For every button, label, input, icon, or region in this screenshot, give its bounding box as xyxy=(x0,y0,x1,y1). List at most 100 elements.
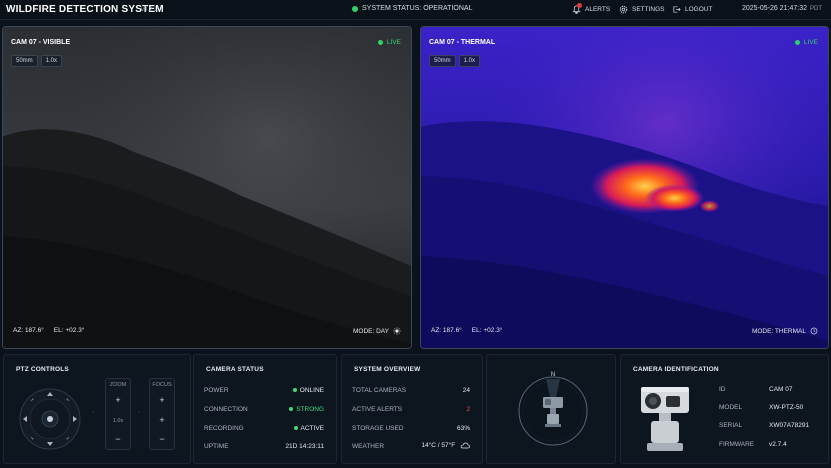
ptz-camera-image xyxy=(641,387,689,451)
overview-row-alerts[interactable]: ACTIVE ALERTS 2 xyxy=(352,404,470,414)
status-value: STRONG xyxy=(289,406,324,413)
live-indicator: LIVE xyxy=(377,39,401,46)
camera-feed-thermal[interactable]: CAM 07 - THERMAL LIVE 50mm 1.0x AZ: 187.… xyxy=(420,26,829,349)
lens-chips: 50mm 1.0x xyxy=(11,55,63,67)
status-row-uptime: UPTIME 21D 14:23:11 xyxy=(204,441,324,451)
zoom-out-button[interactable]: − xyxy=(106,434,130,444)
system-status: SYSTEM STATUS: OPERATIONAL xyxy=(352,5,472,12)
status-value: ONLINE xyxy=(292,387,324,394)
ident-row-id: ID CAM 07 xyxy=(719,386,792,396)
live-label: LIVE xyxy=(803,39,818,46)
firmware-value: v2.7.4 xyxy=(769,441,787,448)
mode-label: MODE: DAY xyxy=(353,327,389,335)
alert-badge xyxy=(577,3,582,8)
weather-text: 14°C / 57°F xyxy=(421,442,456,450)
total-cameras-value: 24 xyxy=(462,386,470,394)
focus-label: FOCUS xyxy=(152,382,172,388)
logout-button[interactable]: LOGOUT xyxy=(672,5,712,14)
recording-value: ACTIVE xyxy=(300,424,324,432)
system-overview-panel: SYSTEM OVERVIEW TOTAL CAMERAS 24 ACTIVE … xyxy=(341,354,483,464)
lens-chip[interactable]: 50mm xyxy=(429,55,456,67)
serial-value: XW07A78291 xyxy=(769,422,810,429)
overview-key: STORAGE USED xyxy=(352,424,404,432)
datetime: 2025-05-26 21:47:32 PDT xyxy=(742,5,822,12)
mode-label: MODE: THERMAL xyxy=(751,327,806,335)
logout-icon xyxy=(673,6,681,13)
active-alerts-value: 2 xyxy=(466,405,470,413)
system-status-text: SYSTEM STATUS: OPERATIONAL xyxy=(362,5,473,12)
elevation-readout: EL: +02.3° xyxy=(471,327,503,334)
overview-row-weather: WEATHER 14°C / 57°F xyxy=(352,441,470,451)
signal-dot-icon xyxy=(289,406,294,411)
ptz-controls-panel: PTZ CONTROLS · ZOOM + 1.0x − · FOCUS + +… xyxy=(3,354,191,464)
overview-row-cameras: TOTAL CAMERAS 24 xyxy=(352,385,470,395)
uptime-value: 21D 14:23:11 xyxy=(285,442,324,450)
camera-title-visible: CAM 07 - VISIBLE xyxy=(11,39,71,46)
connection-value: STRONG xyxy=(296,405,324,413)
live-dot-icon xyxy=(377,40,383,45)
panel-title: CAMERA IDENTIFICATION xyxy=(633,366,719,373)
compass-north-label: N xyxy=(551,372,555,378)
settings-label: SETTINGS xyxy=(632,6,665,13)
app-version: v3.2.1 xyxy=(141,7,158,13)
ident-key: FIRMWARE xyxy=(719,441,755,448)
status-row-power: POWER ONLINE xyxy=(204,385,324,395)
status-key: POWER xyxy=(204,386,229,394)
focus-far-button[interactable]: − xyxy=(150,434,174,444)
online-dot-icon xyxy=(292,387,297,392)
compass-panel: N xyxy=(486,354,616,464)
overview-row-storage: STORAGE USED 63% xyxy=(352,423,470,433)
datetime-text: 2025-05-26 21:47:32 xyxy=(742,5,807,12)
alerts-label: ALERTS xyxy=(585,6,611,13)
mode-indicator-day[interactable]: MODE: DAY xyxy=(353,327,401,335)
alerts-button[interactable]: ALERTS xyxy=(572,3,611,14)
model-value: XW-PTZ-50 xyxy=(769,404,804,411)
separator-dot: · xyxy=(92,409,95,416)
heading-compass: N xyxy=(518,372,588,446)
orientation-readout: AZ: 187.6° EL: +02.3° xyxy=(13,327,84,334)
azimuth-readout: AZ: 187.6° xyxy=(431,327,462,334)
zoom-chip[interactable]: 1.0x xyxy=(458,55,481,67)
storage-value: 63% xyxy=(456,424,470,432)
azimuth-readout: AZ: 187.6° xyxy=(13,327,44,334)
thermal-feed-image xyxy=(421,27,828,348)
panel-title: SYSTEM OVERVIEW xyxy=(354,366,421,373)
panel-title: CAMERA STATUS xyxy=(206,366,264,373)
overview-key: WEATHER xyxy=(352,442,385,450)
live-indicator: LIVE xyxy=(794,39,818,46)
camera-feed-visible[interactable]: CAM 07 - VISIBLE LIVE 50mm 1.0x AZ: 187.… xyxy=(2,26,412,349)
panel-title: PTZ CONTROLS xyxy=(16,366,69,373)
overview-key: ACTIVE ALERTS xyxy=(352,405,403,413)
zoom-control: ZOOM + 1.0x − xyxy=(105,378,131,450)
ident-key: ID xyxy=(719,386,726,393)
lens-chip[interactable]: 50mm xyxy=(11,55,38,67)
focus-auto-button[interactable]: + xyxy=(150,415,174,425)
status-value: ACTIVE xyxy=(293,424,324,432)
settings-button[interactable]: SETTINGS xyxy=(619,5,665,14)
lens-chips: 50mm 1.0x xyxy=(429,55,481,67)
status-key: UPTIME xyxy=(204,442,229,450)
cloud-icon xyxy=(460,443,470,449)
bell-icon xyxy=(572,3,582,14)
live-label: LIVE xyxy=(386,39,401,46)
zoom-in-button[interactable]: + xyxy=(106,395,130,405)
camera-identification-panel: CAMERA IDENTIFICATION ID CAM 07 MODEL XW… xyxy=(620,354,829,464)
elevation-readout: EL: +02.3° xyxy=(53,327,85,334)
mode-indicator-thermal[interactable]: MODE: THERMAL xyxy=(752,327,818,335)
status-ok-icon xyxy=(352,5,358,12)
focus-near-button[interactable]: + xyxy=(150,395,174,405)
ident-key: SERIAL xyxy=(719,422,743,429)
thermal-mode-icon xyxy=(810,327,818,335)
camera-status-panel: CAMERA STATUS POWER ONLINE CONNECTION ST… xyxy=(193,354,337,464)
status-key: CONNECTION xyxy=(204,405,248,413)
visible-feed-image xyxy=(3,27,411,348)
camera-title-thermal: CAM 07 - THERMAL xyxy=(429,39,496,46)
ptz-joystick[interactable] xyxy=(18,387,82,451)
live-dot-icon xyxy=(794,40,800,45)
zoom-chip[interactable]: 1.0x xyxy=(40,55,63,67)
camera-id-value: CAM 07 xyxy=(769,386,793,393)
status-key: RECORDING xyxy=(204,424,244,432)
zoom-label: ZOOM xyxy=(109,382,127,388)
logout-label: LOGOUT xyxy=(685,6,713,13)
weather-value: 14°C / 57°F xyxy=(421,442,470,450)
